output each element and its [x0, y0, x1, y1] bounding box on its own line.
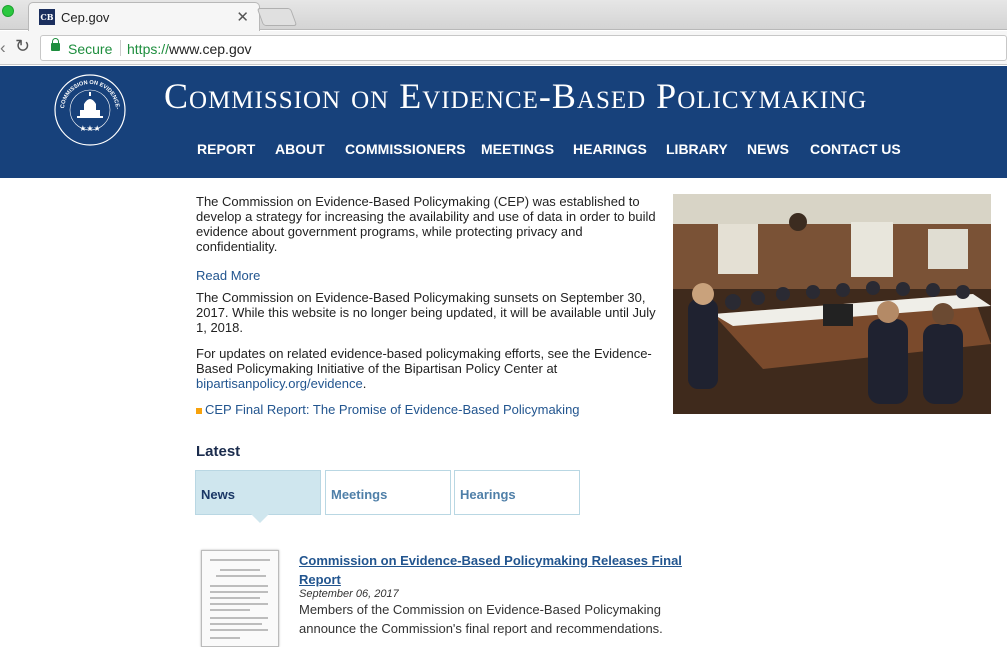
tab-meetings[interactable]: Meetings: [325, 470, 451, 515]
read-more-link[interactable]: Read More: [196, 268, 666, 283]
site-header: COMMISSION ON EVIDENCE-BASED POLICYMAKIN…: [0, 66, 1007, 178]
nav-about[interactable]: ABOUT: [275, 141, 325, 157]
url-text[interactable]: https://www.cep.gov: [127, 41, 252, 57]
nav-library[interactable]: LIBRARY: [666, 141, 728, 157]
news-item-title[interactable]: Commission on Evidence-Based Policymakin…: [299, 551, 699, 589]
lock-icon: [51, 38, 60, 51]
news-item-date: September 06, 2017: [299, 588, 399, 600]
tab-hearings[interactable]: Hearings: [454, 470, 580, 515]
updates-paragraph: For updates on related evidence-based po…: [196, 346, 652, 391]
browser-tab[interactable]: CB Cep.gov ✕: [28, 2, 260, 31]
address-bar[interactable]: Secure https://www.cep.gov: [40, 35, 1007, 61]
nav-contact-us[interactable]: CONTACT US: [810, 141, 901, 157]
nav-report[interactable]: REPORT: [197, 141, 255, 157]
browser-tab-bar: CB Cep.gov ✕: [0, 0, 1007, 31]
bullet-icon: [196, 407, 202, 414]
final-report-link[interactable]: CEP Final Report: The Promise of Evidenc…: [205, 402, 580, 417]
nav-news[interactable]: NEWS: [747, 141, 789, 157]
nav-hearings[interactable]: HEARINGS: [573, 141, 647, 157]
tab-title: Cep.gov: [61, 10, 110, 25]
commission-meeting-photo: [673, 194, 991, 414]
commission-seal-icon[interactable]: COMMISSION ON EVIDENCE-BASED POLICYMAKIN…: [53, 73, 127, 147]
secure-label: Secure: [68, 41, 113, 57]
favicon-icon: CB: [39, 9, 55, 25]
intro-paragraph: The Commission on Evidence-Based Policym…: [196, 194, 656, 254]
browser-toolbar: ‹ ↻ Secure https://www.cep.gov: [0, 31, 1007, 65]
nav-meetings[interactable]: MEETINGS: [481, 141, 554, 157]
final-report-item: CEP Final Report: The Promise of Evidenc…: [196, 402, 666, 417]
latest-heading: Latest: [196, 443, 241, 460]
tab-news[interactable]: News: [195, 470, 321, 523]
close-tab-icon[interactable]: ✕: [236, 8, 249, 26]
nav-commissioners[interactable]: COMMISSIONERS: [345, 141, 466, 157]
reload-icon[interactable]: ↻: [15, 36, 30, 57]
bipartisan-policy-link[interactable]: bipartisanpolicy.org/evidence: [196, 376, 363, 391]
address-separator: [120, 40, 121, 56]
report-thumbnail[interactable]: [201, 550, 279, 647]
new-tab-button[interactable]: [256, 8, 298, 26]
back-icon[interactable]: ‹: [0, 38, 6, 58]
news-item-description: Members of the Commission on Evidence-Ba…: [299, 602, 663, 636]
site-title[interactable]: Commission on Evidence-Based Policymakin…: [164, 75, 867, 117]
intro-section: The Commission on Evidence-Based Policym…: [196, 194, 666, 417]
window-control-icon[interactable]: [2, 5, 14, 17]
sunset-paragraph: The Commission on Evidence-Based Policym…: [196, 290, 656, 335]
svg-text:★★★: ★★★: [79, 124, 101, 133]
